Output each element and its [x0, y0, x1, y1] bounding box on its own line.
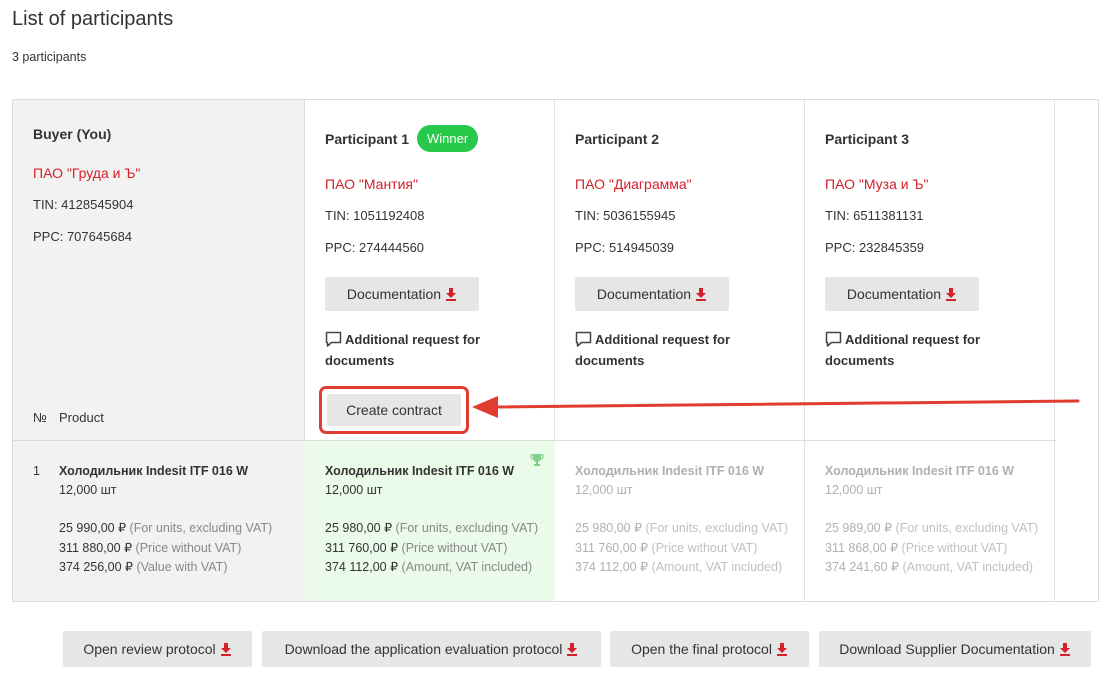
participant-2-ppc: PPC: 514945039	[575, 240, 675, 255]
download-icon	[946, 287, 957, 301]
download-supplier-documentation-label: Download Supplier Documentation	[839, 641, 1055, 657]
item-quantity: 12,000 шт	[575, 483, 633, 497]
buyer-org-name: ПАО "Груда и Ъ"	[33, 165, 141, 181]
chat-bubble-icon	[825, 331, 842, 347]
price-no-vat-label: (Price without VAT)	[901, 540, 1008, 555]
item-number: 1	[33, 464, 40, 478]
additional-request-label: Additional request for documents	[575, 332, 731, 368]
participant-2-documentation-button[interactable]: Documentation	[575, 277, 729, 311]
scroll-gap-column	[1055, 100, 1098, 601]
participant-2-additional-request[interactable]: Additional request for documents	[575, 329, 785, 371]
participants-count: 3 participants	[12, 50, 87, 64]
participant-1-additional-request[interactable]: Additional request for documents	[325, 329, 535, 371]
item-name: Холодильник Indesit ITF 016 W	[825, 464, 1015, 478]
participant-2-item-cell: Холодильник Indesit ITF 016 W 12,000 шт …	[555, 441, 805, 601]
price-no-vat-label: (Price without VAT)	[135, 540, 242, 555]
create-contract-button[interactable]: Create contract	[327, 394, 461, 426]
download-evaluation-protocol-label: Download the application evaluation prot…	[284, 641, 563, 657]
create-contract-highlight: Create contract	[319, 386, 469, 434]
participant-1-ppc: PPC: 274444560	[325, 240, 425, 255]
open-final-protocol-label: Open the final protocol	[631, 641, 772, 657]
price-no-vat: 311 868,00 ₽	[825, 540, 899, 555]
price-block: 25 989,00 ₽ (For units, excluding VAT) 3…	[825, 519, 1038, 578]
price-block: 25 980,00 ₽ (For units, excluding VAT) 3…	[325, 519, 538, 578]
download-icon	[776, 642, 787, 656]
participants-table: Buyer (You) ПАО "Груда и Ъ" TIN: 4128545…	[12, 99, 1099, 602]
buyer-tin: TIN: 4128545904	[33, 197, 134, 212]
documentation-label: Documentation	[346, 286, 442, 302]
item-name: Холодильник Indesit ITF 016 W	[575, 464, 765, 478]
participant-2-org-name[interactable]: ПАО "Диаграмма"	[575, 176, 692, 192]
participant-3-tin: TIN: 6511381131	[825, 208, 924, 223]
column-header-number: №	[33, 410, 47, 425]
column-header-product: Product	[59, 410, 104, 425]
item-name: Холодильник Indesit ITF 016 W	[325, 464, 515, 478]
price-unit-label: (For units, excluding VAT)	[645, 521, 789, 535]
buyer-heading: Buyer (You)	[33, 126, 112, 142]
participant-1-heading: Participant 1	[325, 131, 410, 147]
download-icon	[1059, 642, 1070, 656]
price-no-vat-label: (Price without VAT)	[651, 540, 758, 555]
price-with-vat: 374 112,00 ₽	[575, 560, 649, 574]
price-no-vat: 311 760,00 ₽	[575, 540, 649, 555]
item-quantity: 12,000 шт	[325, 483, 383, 497]
price-no-vat: 311 880,00 ₽	[59, 540, 133, 555]
price-with-vat: 374 256,00 ₽	[59, 560, 133, 574]
additional-request-label: Additional request for documents	[825, 332, 981, 368]
chat-bubble-icon	[575, 331, 592, 347]
price-with-vat-label: (Amount, VAT included)	[651, 560, 783, 574]
price-block: 25 990,00 ₽ (For units, excluding VAT) 3…	[59, 519, 272, 578]
participant-1-tin: TIN: 1051192408	[325, 208, 425, 223]
participant-1-org-name[interactable]: ПАО "Мантия"	[325, 176, 418, 192]
price-unit-label: (For units, excluding VAT)	[129, 521, 273, 535]
price-with-vat-label: (Value with VAT)	[136, 560, 228, 574]
price-block: 25 980,00 ₽ (For units, excluding VAT) 3…	[575, 519, 788, 578]
download-icon	[567, 642, 578, 656]
additional-request-label: Additional request for documents	[325, 332, 481, 368]
download-evaluation-protocol-button[interactable]: Download the application evaluation prot…	[262, 631, 601, 667]
participant-3-org-name[interactable]: ПАО "Муза и Ъ"	[825, 176, 929, 192]
page-title: List of participants	[12, 8, 174, 30]
participant-2-tin: TIN: 5036155945	[575, 208, 676, 223]
price-no-vat: 311 760,00 ₽	[325, 540, 399, 555]
participant-3-item-cell: Холодильник Indesit ITF 016 W 12,000 шт …	[805, 441, 1055, 601]
price-with-vat: 374 241,60 ₽	[825, 560, 899, 574]
documentation-label: Documentation	[846, 286, 942, 302]
price-with-vat-label: (Amount, VAT included)	[902, 560, 1034, 574]
participant-3-heading: Participant 3	[825, 131, 910, 147]
price-unit: 25 990,00 ₽	[59, 521, 127, 535]
participant-1-item-cell: Холодильник Indesit ITF 016 W 12,000 шт …	[305, 441, 555, 601]
open-review-protocol-button[interactable]: Open review protocol	[63, 631, 252, 667]
open-final-protocol-button[interactable]: Open the final protocol	[610, 631, 809, 667]
row-divider	[13, 440, 1056, 441]
download-supplier-documentation-button[interactable]: Download Supplier Documentation	[819, 631, 1091, 667]
price-unit-label: (For units, excluding VAT)	[895, 521, 1039, 535]
price-unit: 25 980,00 ₽	[325, 521, 393, 535]
price-unit: 25 989,00 ₽	[825, 521, 893, 535]
participant-2-heading: Participant 2	[575, 131, 660, 147]
open-review-protocol-label: Open review protocol	[83, 641, 216, 657]
participant-3-additional-request[interactable]: Additional request for documents	[825, 329, 1035, 371]
participant-3-ppc: PPC: 232845359	[825, 240, 925, 255]
item-quantity: 12,000 шт	[825, 483, 883, 497]
winner-badge: Winner	[417, 125, 479, 152]
trophy-icon	[530, 454, 544, 466]
buyer-ppc: PPC: 707645684	[33, 229, 133, 244]
price-unit: 25 980,00 ₽	[575, 521, 643, 535]
buyer-item-cell: 1 Холодильник Indesit ITF 016 W 12,000 ш…	[13, 441, 305, 601]
participant-1-documentation-button[interactable]: Documentation	[325, 277, 479, 311]
chat-bubble-icon	[325, 331, 342, 347]
participant-3-documentation-button[interactable]: Documentation	[825, 277, 979, 311]
item-quantity: 12,000 шт	[59, 483, 117, 497]
download-icon	[220, 642, 231, 656]
documentation-label: Documentation	[596, 286, 692, 302]
download-icon	[446, 287, 457, 301]
item-name: Холодильник Indesit ITF 016 W	[59, 464, 249, 478]
price-no-vat-label: (Price without VAT)	[401, 540, 508, 555]
price-with-vat: 374 112,00 ₽	[325, 560, 399, 574]
download-icon	[696, 287, 707, 301]
price-with-vat-label: (Amount, VAT included)	[401, 560, 533, 574]
price-unit-label: (For units, excluding VAT)	[395, 521, 539, 535]
